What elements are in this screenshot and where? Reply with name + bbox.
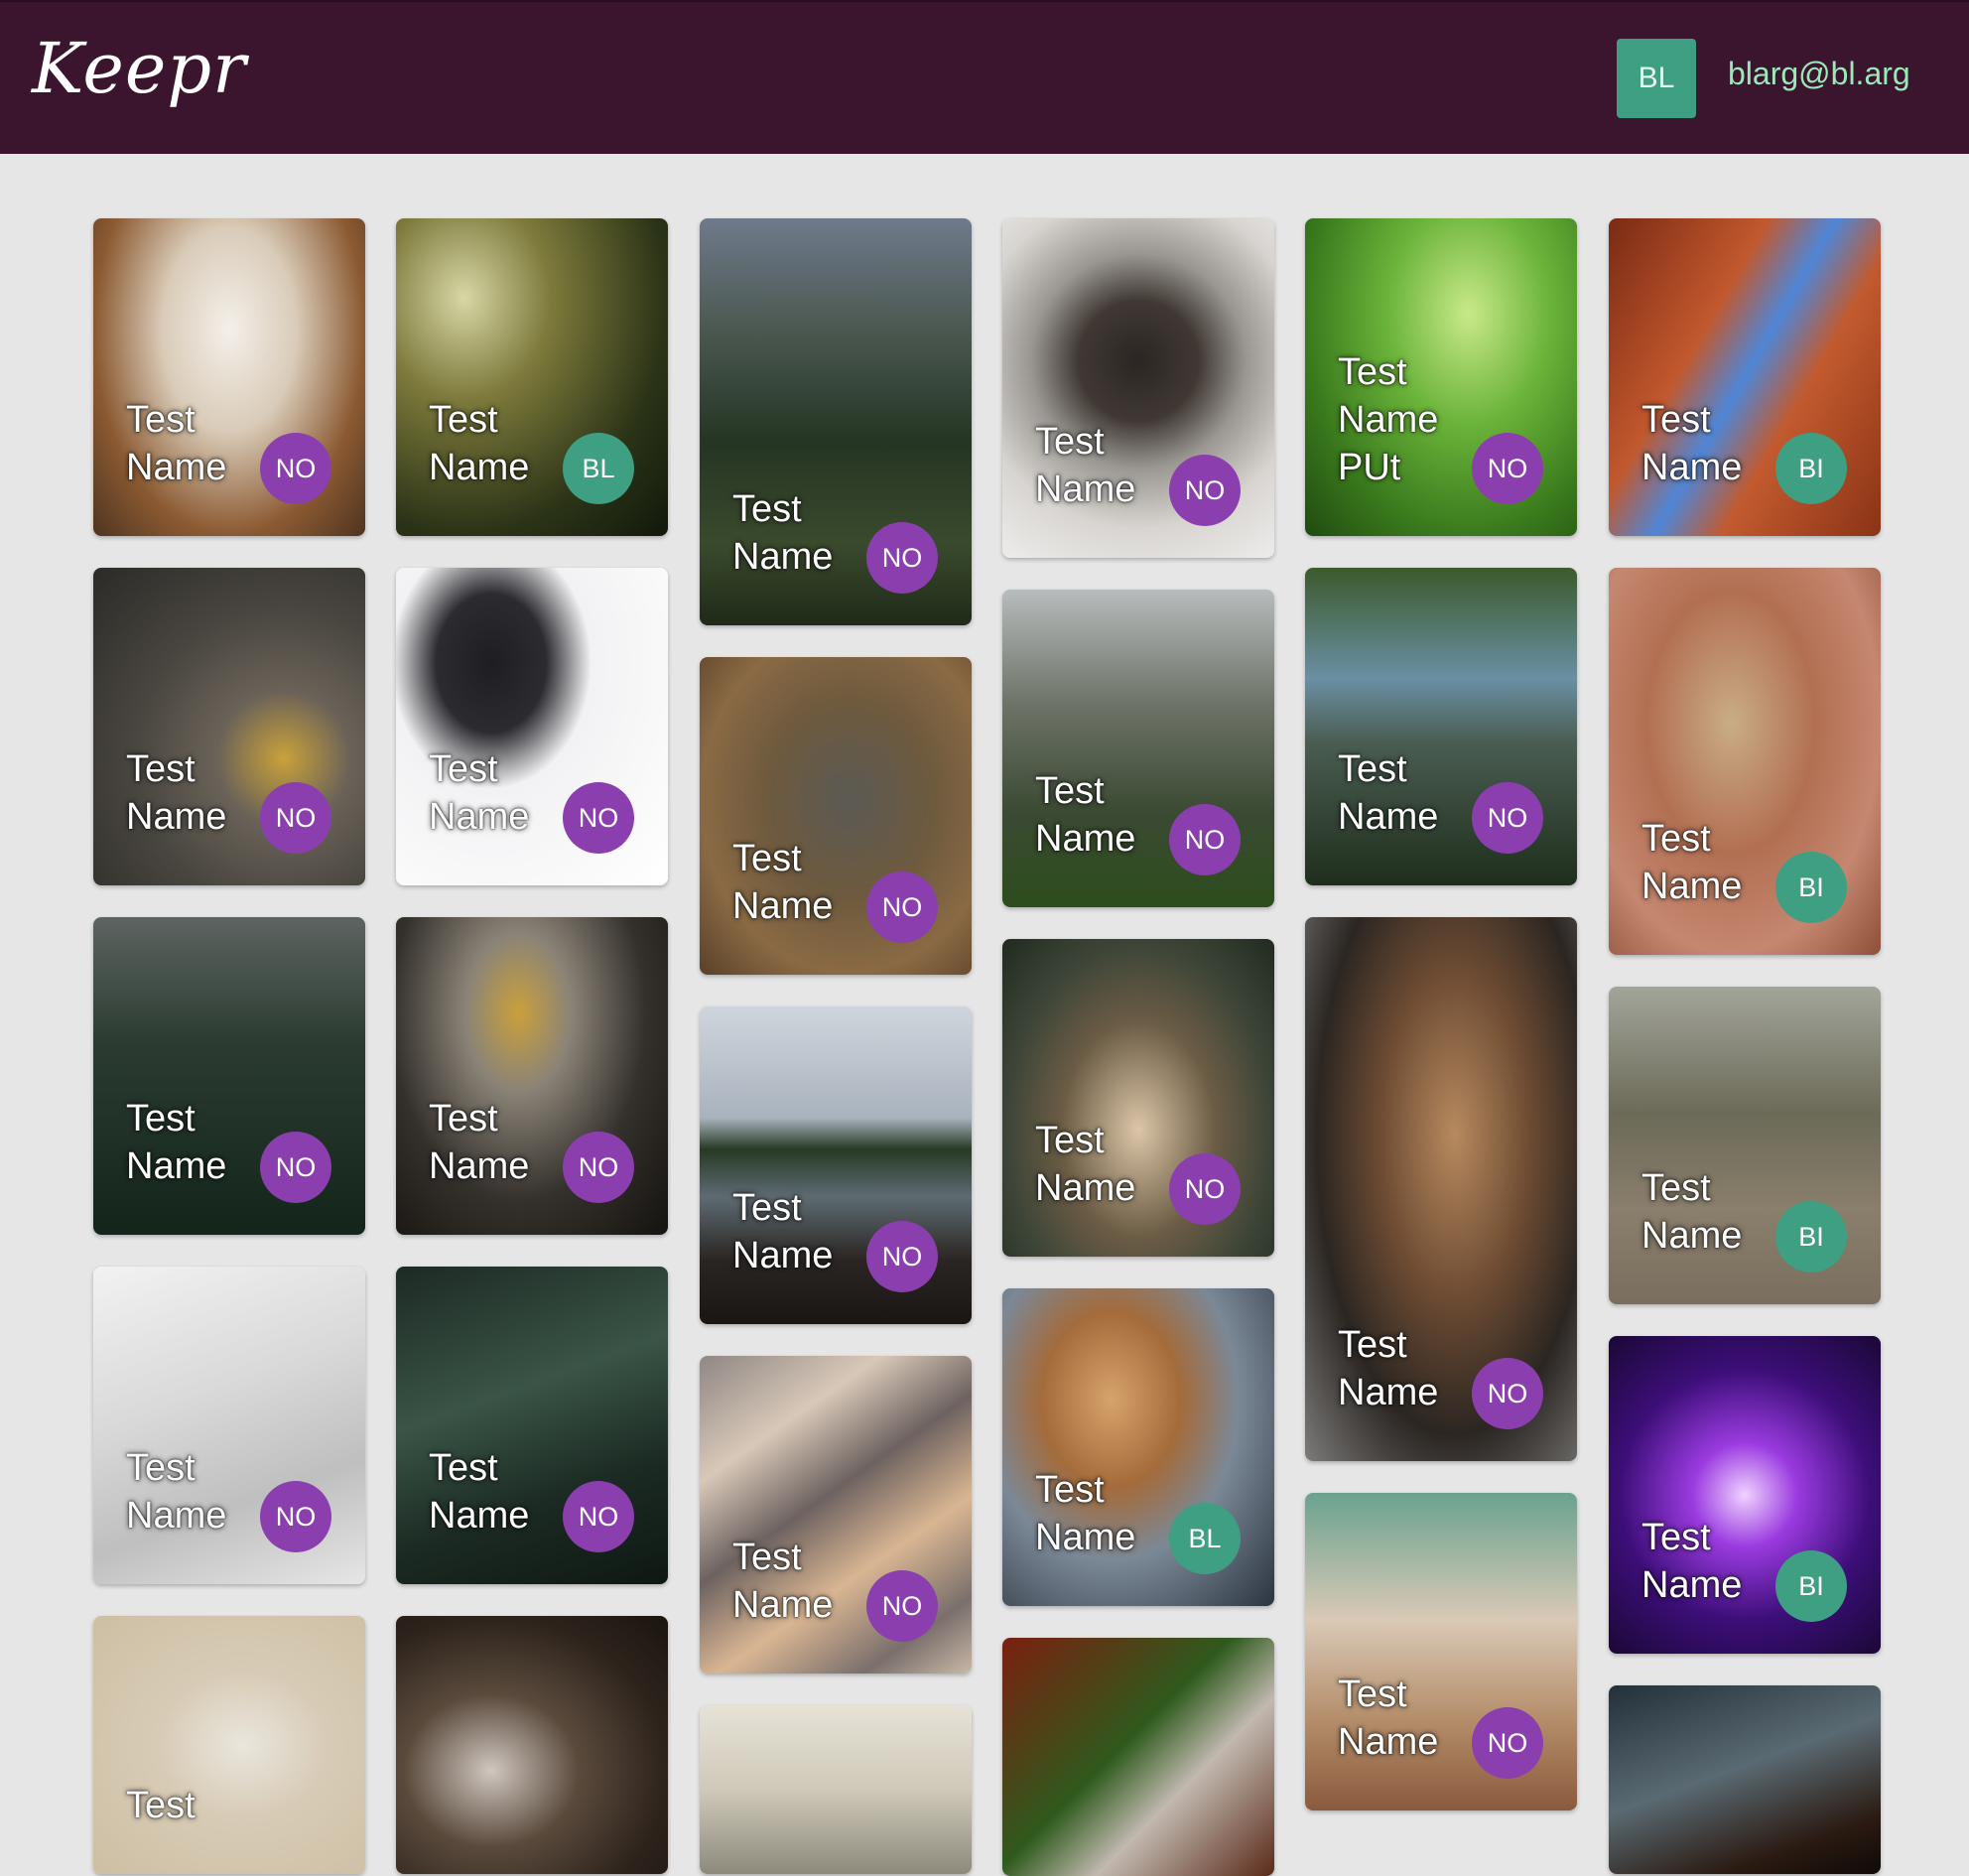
keep-card[interactable]: Test Name NO (93, 917, 365, 1235)
keep-card[interactable]: Test Name BL (1002, 1288, 1274, 1606)
keep-title: Test Name (1035, 1120, 1136, 1209)
keep-card[interactable]: Test Name BI (1609, 568, 1881, 955)
keep-owner-badge[interactable]: NO (1169, 804, 1241, 875)
keep-title: Test Name (732, 1537, 834, 1626)
keep-owner-badge[interactable]: BI (1775, 433, 1847, 504)
keep-card[interactable]: Test Name NO (1002, 939, 1274, 1257)
keep-owner-badge[interactable]: NO (866, 522, 938, 594)
keep-card[interactable] (700, 1705, 972, 1874)
keep-card[interactable]: Test Name NO (93, 568, 365, 885)
keep-title: Test Name (1338, 748, 1439, 838)
keep-owner-badge[interactable]: BI (1775, 1201, 1847, 1273)
keep-title: Test Name (429, 1447, 530, 1537)
keep-owner-badge[interactable]: NO (1169, 455, 1241, 526)
keep-card[interactable] (396, 1616, 668, 1874)
keep-owner-badge[interactable]: BL (563, 433, 634, 504)
keep-owner-badge[interactable]: NO (1472, 1358, 1543, 1429)
keep-title: Test Name (1641, 818, 1743, 907)
keep-image (700, 1705, 972, 1874)
keep-title: Test Name (732, 838, 834, 927)
keep-card[interactable]: Test Name NO (93, 218, 365, 536)
keep-owner-badge[interactable]: NO (1472, 433, 1543, 504)
keep-card[interactable]: Test (1002, 1638, 1274, 1876)
keep-owner-badge[interactable]: BI (1775, 852, 1847, 923)
keep-title: Test Name (126, 399, 227, 488)
keep-card[interactable]: Test Name PUt NO (1305, 218, 1577, 536)
keep-card[interactable]: Test Name NO (1002, 590, 1274, 907)
keep-image (396, 1616, 668, 1874)
keep-owner-badge[interactable]: BL (1169, 1503, 1241, 1574)
keep-card[interactable]: Test (93, 1616, 365, 1874)
keep-title: Test Name (126, 1447, 227, 1537)
keep-title: Test Name (732, 1187, 834, 1276)
keep-title: Test Name PUt (1338, 351, 1439, 488)
keep-title: Test Name (1035, 421, 1136, 510)
keep-title: Test (126, 1785, 196, 1826)
keeps-masonry-grid: Test Name NO Test Name BL Test Name NO Test Na… (0, 0, 1969, 1876)
keep-title: Test Name (1338, 1324, 1439, 1413)
keep-title: Test Name (429, 748, 530, 838)
keep-owner-badge[interactable]: NO (866, 871, 938, 943)
keep-image (1002, 1638, 1274, 1876)
keep-owner-badge[interactable]: NO (1472, 1707, 1543, 1779)
keep-title: Test Name (1641, 399, 1743, 488)
keep-title: Test Name (1641, 1167, 1743, 1257)
keep-title: Test Name (126, 1098, 227, 1187)
keep-card[interactable]: Test Name BI (1609, 987, 1881, 1304)
keep-owner-badge[interactable]: NO (866, 1570, 938, 1642)
keep-title: Test Name (429, 1098, 530, 1187)
keep-card[interactable]: Test Name NO (1305, 917, 1577, 1461)
keep-card[interactable]: Test Name BI (1609, 1336, 1881, 1654)
keep-owner-badge[interactable]: NO (260, 782, 331, 854)
keep-card[interactable]: Test Name NO (396, 917, 668, 1235)
keep-title: Test Name (732, 488, 834, 578)
keep-card[interactable]: Test Name NO (700, 1006, 972, 1324)
keep-title: Test Name (1641, 1517, 1743, 1606)
keep-owner-badge[interactable]: NO (1169, 1153, 1241, 1225)
keep-title: Test Name (126, 748, 227, 838)
keep-card[interactable]: Test Name NO (700, 218, 972, 625)
keep-card[interactable]: Test Name NO (396, 1267, 668, 1584)
keep-owner-badge[interactable]: NO (260, 1481, 331, 1552)
keep-title: Test Name (1338, 1674, 1439, 1763)
keep-card[interactable]: Test Name NO (1002, 218, 1274, 558)
keep-owner-badge[interactable]: BI (1775, 1550, 1847, 1622)
keep-owner-badge[interactable]: NO (563, 782, 634, 854)
keep-owner-badge[interactable]: NO (260, 433, 331, 504)
keep-card[interactable]: Test Name NO (1305, 568, 1577, 885)
keep-title: Test Name (429, 399, 530, 488)
keep-card[interactable]: Test Name NO (396, 568, 668, 885)
keep-card[interactable]: Test Name NO (93, 1267, 365, 1584)
keep-card[interactable]: Test Name NO (1305, 1493, 1577, 1810)
keep-owner-badge[interactable]: NO (1472, 782, 1543, 854)
keep-title: Test Name (1035, 770, 1136, 860)
keep-image (1609, 1685, 1881, 1874)
keep-title: Test Name (1035, 1469, 1136, 1558)
keep-card[interactable]: Test Name NO (700, 657, 972, 975)
keep-owner-badge[interactable]: NO (563, 1481, 634, 1552)
keep-card[interactable]: Test Name NO (700, 1356, 972, 1674)
keep-owner-badge[interactable]: NO (260, 1132, 331, 1203)
keep-card[interactable] (1609, 1685, 1881, 1874)
keep-image (93, 1616, 365, 1874)
keep-card[interactable]: Test Name BI (1609, 218, 1881, 536)
keep-card[interactable]: Test Name BL (396, 218, 668, 536)
keep-owner-badge[interactable]: NO (866, 1221, 938, 1292)
keep-owner-badge[interactable]: NO (563, 1132, 634, 1203)
